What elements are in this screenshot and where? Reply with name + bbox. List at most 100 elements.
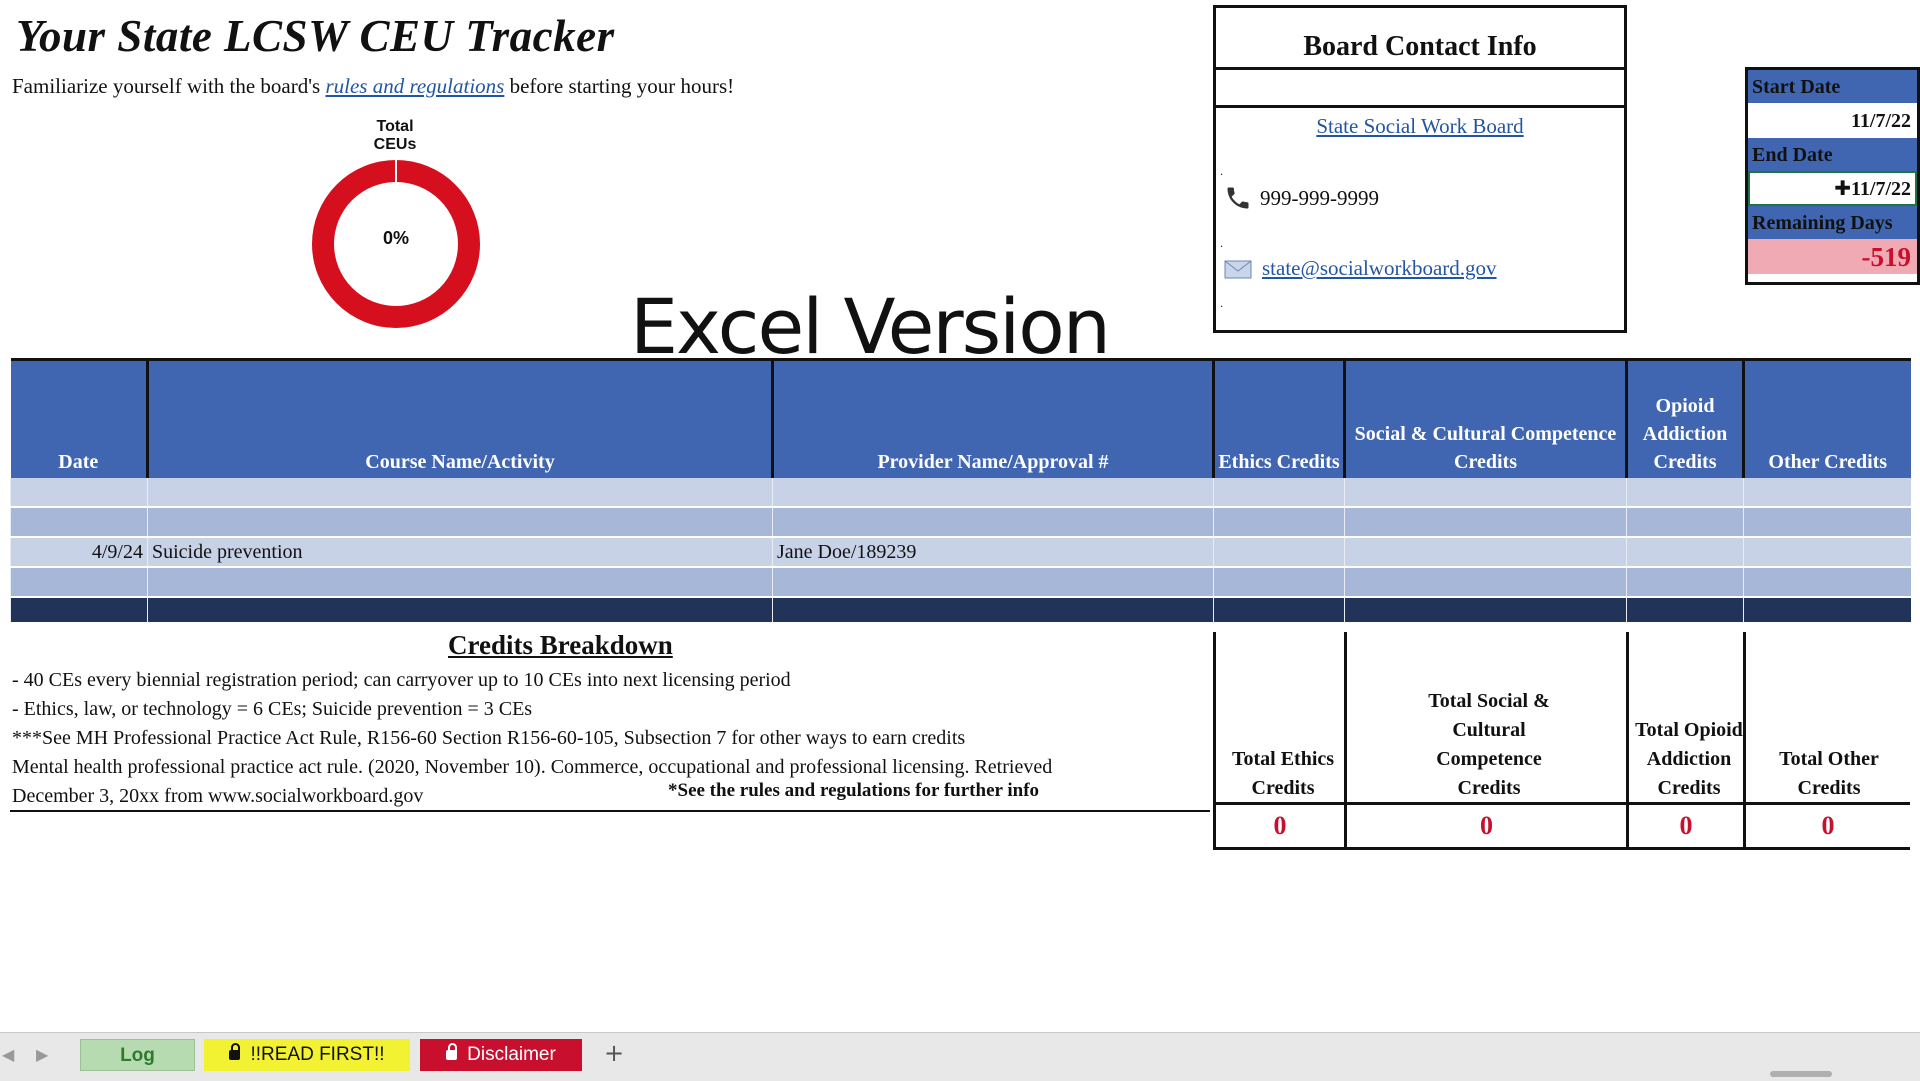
sheet-tab-read-first[interactable]: !!READ FIRST!! [204,1039,410,1071]
subtitle-after: before starting your hours! [504,74,735,98]
start-date-value[interactable]: 11/7/22 [1748,103,1917,138]
divider [10,810,1210,812]
table-cell[interactable] [772,567,1214,598]
subtitle-before: Familiarize yourself with the board's [12,74,326,98]
sheet-tab-disclaimer[interactable]: Disclaimer [420,1039,582,1071]
table-cell[interactable] [1626,597,1744,622]
table-cell[interactable] [1743,507,1911,538]
horizontal-scrollbar[interactable] [1770,1071,1832,1077]
cell-dot: . [1220,164,1223,178]
total-other-label: Total Other Credits [1779,748,1879,799]
header-social[interactable]: Social & Cultural Competence Credits [1343,358,1627,478]
total-ethics-label: Total Ethics Credits [1231,748,1335,799]
table-cell[interactable] [147,478,773,508]
header-course[interactable]: Course Name/Activity [146,358,773,478]
total-other-value: 0 [1746,802,1910,847]
rules-note: *See the rules and regulations for furth… [668,780,1040,801]
table-cell[interactable] [10,478,148,508]
table-cell[interactable] [1626,567,1744,598]
table-cell[interactable] [1344,507,1627,538]
scroll-left-icon[interactable]: ◀ [2,1045,14,1064]
phone-icon [1227,187,1249,209]
table-cell[interactable] [1743,597,1911,622]
cell-cursor-icon: ✚ [1834,178,1851,200]
total-ethics-value: 0 [1216,802,1344,847]
donut-center-label: 0% [382,228,409,248]
total-social-label: Total Social & Cultural Competence Credi… [1428,690,1550,799]
total-other-cell[interactable]: Total Other Credits 0 [1743,632,1910,850]
table-row [10,567,1911,598]
table-cell[interactable] [1743,567,1911,598]
total-opioid-label: Total Opioid Addiction Credits [1635,719,1743,799]
table-cell[interactable] [1213,507,1345,538]
total-ethics-cell[interactable]: Total Ethics Credits 0 [1213,632,1347,850]
table-cell[interactable] [772,507,1214,538]
sheet-tab-bar: ◀ ▶ Log !!READ FIRST!! Disclaimer + [0,1032,1920,1081]
table-cell[interactable] [147,567,773,598]
table-cell[interactable] [1743,537,1911,568]
remaining-days-value: -519 [1748,239,1917,274]
board-contact-box: Board Contact Info State Social Work Boa… [1213,5,1627,333]
table-row: 4/9/24 Suicide prevention Jane Doe/18923… [10,537,1911,568]
lock-icon [229,1043,241,1060]
board-blank-cell[interactable] [1216,70,1624,108]
totals-section: Total Ethics Credits 0 Total Social & Cu… [1213,632,1910,850]
table-cell[interactable] [1344,597,1627,622]
dates-box: Start Date 11/7/22 End Date ✚11/7/22 Rem… [1745,67,1920,285]
table-cell[interactable] [1344,537,1627,568]
board-email: state@socialworkboard.gov [1224,256,1497,281]
subtitle: Familiarize yourself with the board's ru… [12,74,734,99]
total-social-cell[interactable]: Total Social & Cultural Competence Credi… [1344,632,1629,850]
entry-date[interactable]: 4/9/24 [10,537,148,568]
table-row [10,507,1911,538]
entry-course[interactable]: Suicide prevention [147,537,773,568]
start-date-label: Start Date [1748,70,1917,103]
table-header-row: Date Course Name/Activity Provider Name/… [10,358,1911,478]
table-cell[interactable] [10,567,148,598]
sheet-tab-log[interactable]: Log [80,1039,195,1071]
credits-breakdown-title: Credits Breakdown [448,630,673,660]
header-provider[interactable]: Provider Name/Approval # [771,358,1214,478]
header-ethics[interactable]: Ethics Credits [1212,358,1345,478]
entry-provider[interactable]: Jane Doe/189239 [772,537,1214,568]
header-opioid[interactable]: Opioid Addiction Credits [1625,358,1744,478]
table-cell[interactable] [772,597,1214,622]
table-cell[interactable] [1626,537,1744,568]
lock-icon [446,1043,458,1060]
table-cell[interactable] [1626,478,1744,508]
board-website-link[interactable]: State Social Work Board [1216,114,1624,139]
table-cell[interactable] [10,597,148,622]
table-cell[interactable] [1213,567,1345,598]
table-cell[interactable] [1213,478,1345,508]
total-social-value: 0 [1347,802,1626,847]
table-cell[interactable] [1344,567,1627,598]
table-cell[interactable] [1743,478,1911,508]
table-cell[interactable] [1213,537,1345,568]
table-footer-row [10,597,1911,622]
table-cell[interactable] [147,507,773,538]
sheet-tab-read-first-label: !!READ FIRST!! [250,1044,385,1065]
board-contact-heading: Board Contact Info [1216,8,1624,70]
add-sheet-button[interactable]: + [604,1039,624,1067]
breakdown-line: ***See MH Professional Practice Act Rule… [12,727,966,749]
rules-link[interactable]: rules and regulations [325,74,504,98]
table-cell[interactable] [147,597,773,622]
table-cell[interactable] [772,478,1214,508]
table-cell[interactable] [1344,478,1627,508]
board-email-address[interactable]: state@socialworkboard.gov [1262,256,1497,281]
header-date[interactable]: Date [10,358,148,478]
remaining-days-label: Remaining Days [1748,206,1917,239]
end-date-value[interactable]: ✚11/7/22 [1748,171,1917,206]
email-icon [1224,260,1252,278]
breakdown-line: Mental health professional practice act … [12,756,1053,778]
table-cell[interactable] [1213,597,1345,622]
breakdown-line: - 40 CEs every biennial registration per… [12,669,791,691]
header-other[interactable]: Other Credits [1742,358,1911,478]
table-cell[interactable] [1626,507,1744,538]
table-cell[interactable] [10,507,148,538]
sheet-tab-disclaimer-label: Disclaimer [467,1044,556,1065]
total-opioid-value: 0 [1629,802,1743,847]
ceu-log-table: Date Course Name/Activity Provider Name/… [10,358,1911,622]
total-opioid-cell[interactable]: Total Opioid Addiction Credits 0 [1626,632,1746,850]
scroll-right-icon[interactable]: ▶ [36,1045,48,1064]
